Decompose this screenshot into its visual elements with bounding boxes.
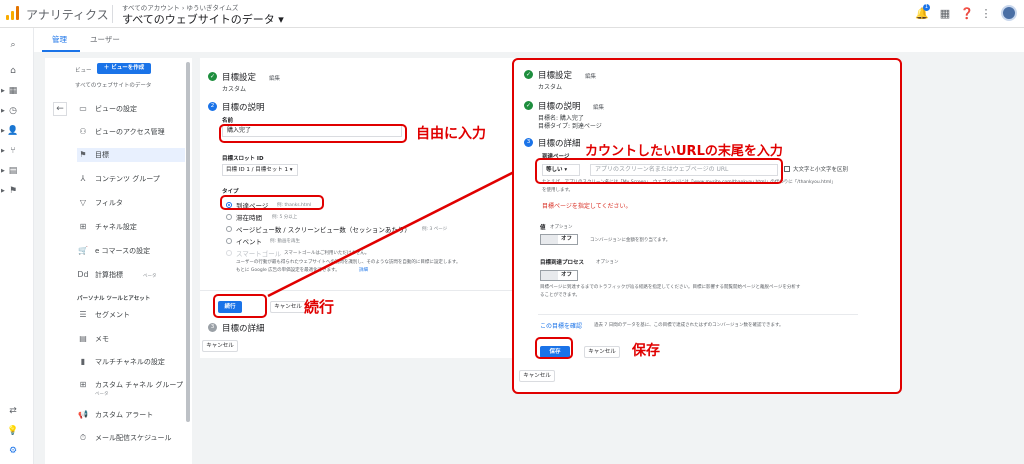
check-icon: ✓ — [524, 101, 533, 110]
step-number-3: 3 — [524, 138, 533, 147]
toggle-state: オフ — [561, 236, 573, 242]
verify-goal-help: 過去 7 日間のデータを基に、この目標で達成されたはずのコンバージョン数を確認で… — [594, 323, 784, 328]
toggle-knob — [541, 271, 558, 280]
annotation-highlight-destination-input — [535, 158, 783, 184]
goal-type-summary: 目標タイプ: 到達ページ — [538, 123, 602, 130]
step-goal-description-title: 目標の説明 — [538, 102, 581, 112]
case-sensitive-checkbox[interactable] — [784, 166, 790, 172]
funnel-help-2: ることができます。 — [540, 293, 581, 298]
bottom-cancel-button[interactable]: キャンセル — [519, 370, 555, 382]
error-message: 目標ページを指定してください。 — [542, 203, 632, 210]
case-sensitive-label: 大文字と小文字を区別 — [793, 167, 849, 173]
toggle-state: オフ — [561, 272, 573, 278]
toggle-knob — [541, 235, 558, 244]
annotation-save: 保存 — [632, 343, 660, 359]
annotation-url-suffix: カウントしたいURLの末尾を入力 — [585, 144, 783, 159]
value-label: 値 — [540, 225, 546, 231]
goal-setup-value: カスタム — [538, 84, 563, 91]
funnel-toggle[interactable]: オフ — [540, 270, 578, 281]
annotation-highlight-save — [535, 337, 573, 359]
funnel-optional: オプション — [596, 260, 619, 265]
step-goal-details-title: 目標の詳細 — [538, 139, 581, 149]
funnel-help: 目標ページに到達するまでのトラフィックが辿る経路を指定してください。目標に影響す… — [540, 285, 801, 290]
divider — [538, 314, 858, 315]
funnel-label: 目標到達プロセス — [540, 260, 585, 266]
value-optional: オプション — [550, 225, 573, 230]
destination-help-2: を使用します。 — [542, 188, 574, 193]
check-icon: ✓ — [524, 70, 533, 79]
verify-goal-link[interactable]: この目標を確認 — [540, 321, 582, 330]
value-toggle[interactable]: オフ — [540, 234, 578, 245]
step-goal-setup-title: 目標設定 — [538, 71, 573, 81]
edit-link[interactable]: 編集 — [585, 72, 596, 80]
edit-link[interactable]: 編集 — [593, 103, 604, 111]
value-help: コンバージョンに金額を割り当てます。 — [590, 238, 671, 243]
cancel-button[interactable]: キャンセル — [584, 346, 620, 358]
